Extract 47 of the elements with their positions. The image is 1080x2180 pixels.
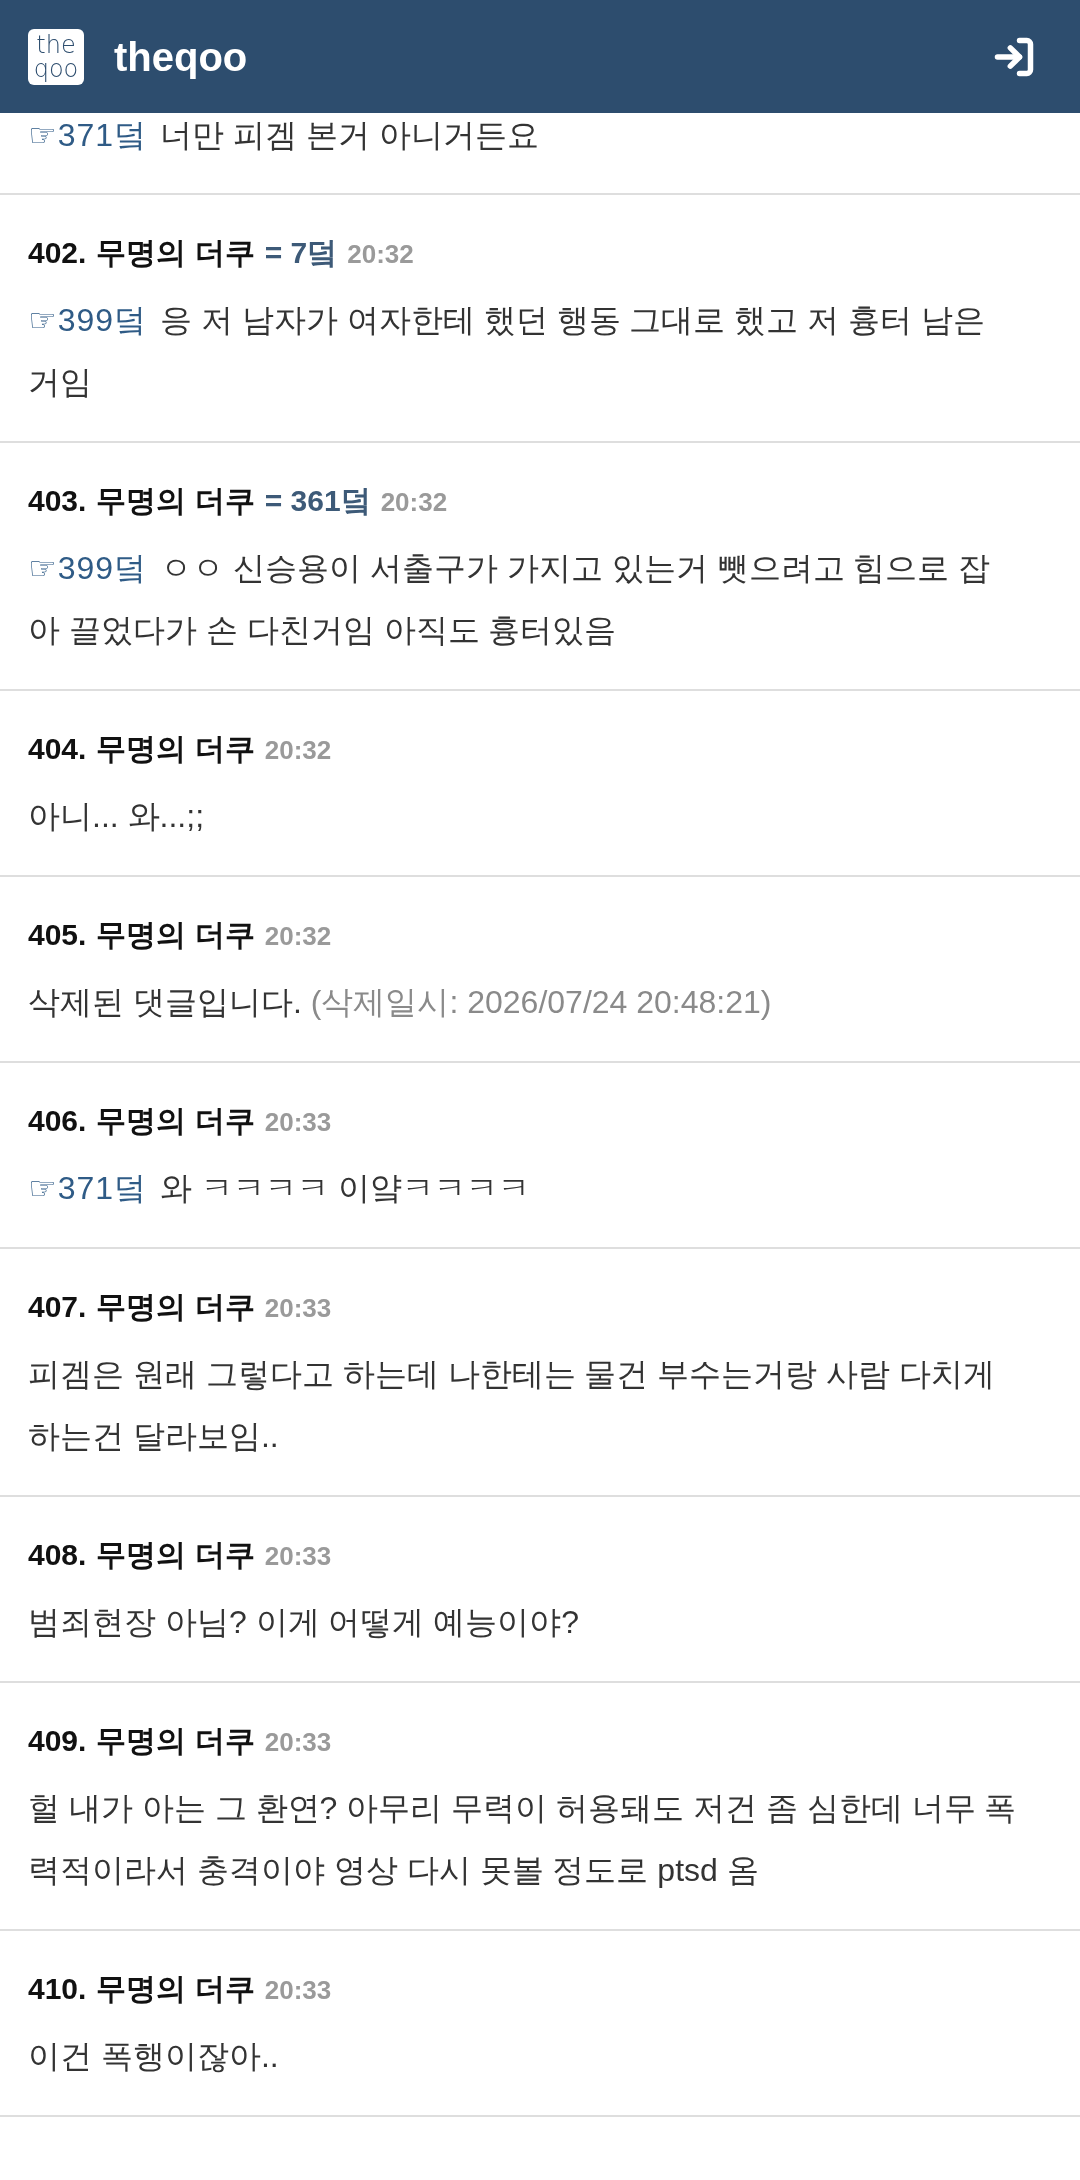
comment-text: 피겜은 원래 그렇다고 하는데 나한테는 물건 부수는거랑 사람 다치게 하는건 달라보임.. bbox=[28, 1355, 997, 1456]
reference-link[interactable]: = 361덬 bbox=[264, 479, 371, 523]
comment-text: 헐 내가 아는 그 환연? 아무리 무력이 허용돼도 저건 좀 심한데 너무 폭력적이라서 충격이야 영상 다시 못볼 정도로 ptsd 옴 bbox=[28, 1789, 1018, 1890]
comment-text: ☞371덬 너만 피겜 본거 아니거든요 bbox=[28, 116, 540, 155]
comment-text: ☞399덬 응 저 남자가 여자한테 했던 행동 그대로 했고 저 흉터 남은 거임 bbox=[28, 301, 986, 402]
comment-author: 무명의 더쿠 bbox=[96, 235, 255, 271]
comment-author: 무명의 더쿠 bbox=[96, 1537, 255, 1573]
comment-number: 404. bbox=[28, 731, 87, 767]
comment-time: 20:32 bbox=[380, 486, 448, 519]
comment-text: ☞399덬 ㅇㅇ 신승용이 서출구가 가지고 있는거 뺏으려고 힘으로 잡아 끌었다가 손 다친거임 아직도 흉터있음 bbox=[28, 549, 992, 650]
comment-time: 20:33 bbox=[264, 1540, 332, 1573]
comment-time: 20:33 bbox=[264, 1974, 332, 2007]
comment-number: 408. bbox=[28, 1537, 87, 1573]
comment-text: 이건 폭행이잖아.. bbox=[28, 2037, 280, 2076]
comment-number: 402. bbox=[28, 235, 87, 271]
comment-time: 20:33 bbox=[264, 1106, 332, 1139]
reply-link[interactable]: ☞371덬 bbox=[28, 1170, 148, 1206]
comment-author: 무명의 더쿠 bbox=[96, 1723, 255, 1759]
comment-number: 403. bbox=[28, 483, 87, 519]
comment-author: 무명의 더쿠 bbox=[96, 483, 255, 519]
comment-time: 20:32 bbox=[347, 238, 414, 271]
comment-time: 20:33 bbox=[264, 1292, 332, 1325]
comment-text: ☞371덬 와 ㅋㅋㅋㅋ 이얔ㅋㅋㅋㅋ bbox=[28, 1169, 531, 1208]
comment-time: 20:32 bbox=[264, 734, 332, 767]
comment-author: 무명의 더쿠 bbox=[96, 1971, 255, 2007]
logo-text: the bbox=[36, 32, 76, 57]
reply-link[interactable]: ☞399덬 bbox=[28, 550, 148, 586]
comment-number: 406. bbox=[28, 1103, 87, 1139]
reply-link[interactable]: ☞399덬 bbox=[28, 302, 148, 338]
comment-text: 범죄현장 아님? 이게 어떻게 예능이야? bbox=[28, 1603, 581, 1642]
reference-link[interactable]: = 7덬 bbox=[264, 231, 338, 275]
comment-author: 무명의 더쿠 bbox=[96, 1289, 255, 1325]
comment-text: 아니... 와...;; bbox=[28, 797, 205, 836]
comment-author: 무명의 더쿠 bbox=[96, 731, 255, 767]
comment-author: 무명의 더쿠 bbox=[96, 917, 255, 953]
comment-number: 409. bbox=[28, 1723, 87, 1759]
deleted-time-note: (삭제일시: 2026/07/24 20:48:21) bbox=[310, 983, 772, 1022]
reply-link[interactable]: ☞371덬 bbox=[28, 117, 148, 153]
comment-time: 20:33 bbox=[264, 1726, 332, 1759]
site-title[interactable]: theqoo bbox=[114, 32, 248, 81]
comment-number: 410. bbox=[28, 1971, 87, 2007]
comment-number: 407. bbox=[28, 1289, 87, 1325]
comment-text: 삭제된 댓글입니다. bbox=[28, 983, 302, 1022]
comment-time: 20:32 bbox=[264, 920, 332, 953]
comment-author: 무명의 더쿠 bbox=[96, 1103, 255, 1139]
logo-text: qoo bbox=[33, 56, 79, 81]
comment-number: 405. bbox=[28, 917, 87, 953]
